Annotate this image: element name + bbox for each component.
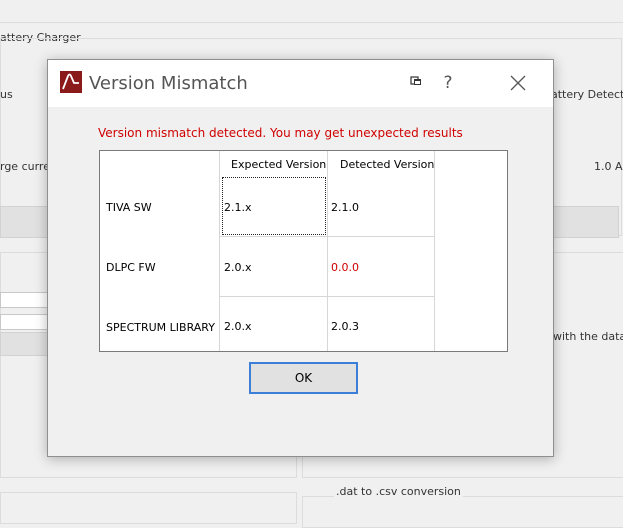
warning-message: Version mismatch detected. You may get u… [98, 126, 463, 140]
status-label: us [0, 88, 13, 101]
version-mismatch-dialog: Version Mismatch ? Version mismatch dete… [47, 59, 554, 457]
dlpc-detected: 0.0.0 [331, 261, 359, 274]
spectrum-detected: 2.0.3 [331, 320, 359, 333]
column-divider [434, 151, 435, 351]
help-icon[interactable]: ? [433, 69, 463, 97]
row-divider [219, 296, 435, 297]
app-logo-icon [60, 71, 82, 93]
dialog-title: Version Mismatch [89, 73, 248, 94]
row-divider [219, 236, 435, 237]
charge-current-value: 1.0 A [594, 160, 623, 173]
row-label-dlpc-fw: DLPC FW [106, 261, 156, 274]
header-detected-version: Detected Version [340, 158, 435, 171]
dlpc-expected: 2.0.x [224, 261, 252, 274]
top-divider [0, 22, 623, 23]
tiva-expected: 2.1.x [224, 201, 252, 214]
csv-conversion-label: .dat to .csv conversion [334, 485, 463, 498]
title-bar[interactable]: Version Mismatch ? [48, 60, 553, 107]
tiva-detected: 2.1.0 [331, 201, 359, 214]
close-icon[interactable] [500, 69, 536, 97]
row-label-spectrum-library: SPECTRUM LIBRARY [106, 321, 215, 334]
csv-group [302, 496, 623, 528]
battery-detected-label: attery Detected [551, 88, 623, 101]
version-table: Expected Version Detected Version TIVA S… [99, 150, 508, 352]
row-label-tiva-sw: TIVA SW [106, 201, 152, 214]
with-data-label: with the data t [553, 330, 623, 343]
ok-button[interactable]: OK [249, 362, 358, 394]
column-divider [219, 151, 220, 351]
restore-icon[interactable] [405, 67, 427, 95]
bottom-left-group [0, 492, 297, 524]
spectrum-expected: 2.0.x [224, 320, 252, 333]
header-expected-version: Expected Version [231, 158, 327, 171]
column-divider [327, 151, 328, 351]
